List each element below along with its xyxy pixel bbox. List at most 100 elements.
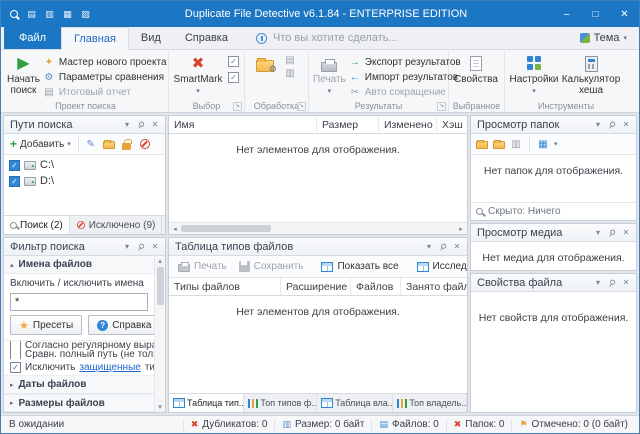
- tab-top-file-types[interactable]: Топ типов ф...: [244, 394, 317, 412]
- tell-me-search[interactable]: Что вы хотите сделать...: [256, 27, 398, 49]
- process-files-button[interactable]: ⚙: [248, 52, 282, 75]
- close-icon[interactable]: ✕: [619, 276, 633, 290]
- properties-button[interactable]: Свойства: [452, 52, 500, 87]
- show-all-button[interactable]: Показать все: [316, 259, 403, 274]
- save-table-button[interactable]: Сохранить: [234, 259, 309, 274]
- scroll-up-arrow[interactable]: ▴: [155, 256, 165, 266]
- comparison-options-button[interactable]: ⚙ Параметры сравнения: [43, 70, 167, 84]
- regex-checkbox-row[interactable]: Согласно регулярному выражение: [4, 341, 154, 350]
- explore-button[interactable]: Исследовать: [412, 259, 468, 274]
- smartmark-button[interactable]: ✖ SmartMark ▾: [172, 52, 224, 99]
- presets-button[interactable]: ★ Пресеты: [10, 315, 82, 335]
- settings-button[interactable]: Настройки ▾: [508, 52, 560, 99]
- save-project-icon[interactable]: ▦: [61, 8, 74, 21]
- tab-help[interactable]: Справка: [173, 27, 240, 49]
- tab-owners-table[interactable]: Таблица вла...: [317, 394, 393, 412]
- export-results-button[interactable]: → Экспорт результатов: [349, 55, 461, 69]
- column-size[interactable]: Размер: [317, 116, 379, 133]
- process-copy-icon[interactable]: ▤: [284, 54, 296, 66]
- process-move-icon[interactable]: ▥: [284, 67, 296, 79]
- exclude-protected-checkbox[interactable]: ✓: [10, 362, 21, 373]
- tab-view[interactable]: Вид: [129, 27, 173, 49]
- tab-top-owners[interactable]: Топ владель...: [393, 394, 467, 412]
- new-project-icon[interactable]: ▤: [25, 8, 38, 21]
- tab-search-paths[interactable]: Поиск (2): [4, 216, 70, 234]
- full-path-checkbox-row[interactable]: Сравн. полный путь (не только и: [4, 350, 154, 359]
- new-project-wizard-button[interactable]: ✦ Мастер нового проекта: [43, 55, 167, 69]
- search-filter-header: Фильтр поиска ▾ ⚲ ✕: [4, 238, 165, 256]
- processing-dialog-launcher[interactable]: ↘: [297, 102, 306, 111]
- close-icon[interactable]: ✕: [450, 240, 464, 254]
- name-pattern-input[interactable]: [10, 293, 148, 311]
- theme-selector[interactable]: Тема ▾: [568, 27, 639, 49]
- section-file-names[interactable]: ▴ Имена файлов: [4, 256, 154, 274]
- add-path-button[interactable]: + Добавить ▾: [7, 137, 74, 152]
- path-checkbox[interactable]: ✓: [9, 160, 20, 171]
- print-table-button[interactable]: Печать: [173, 259, 232, 274]
- path-checkbox[interactable]: ✓: [9, 176, 20, 187]
- tab-file[interactable]: Файл: [4, 27, 61, 49]
- invert-marks-icon[interactable]: ✓: [228, 72, 239, 83]
- scroll-thumb[interactable]: [157, 267, 164, 305]
- view-options-icon[interactable]: ▦: [537, 139, 549, 150]
- auto-reduce-button[interactable]: ✂ Авто сокращение: [349, 85, 461, 99]
- full-path-checkbox[interactable]: [10, 350, 21, 359]
- chevron-down-icon[interactable]: ▾: [554, 140, 558, 148]
- media-view-panel: Просмотр медиа ▾ ⚲ ✕ Нет медиа для отобр…: [470, 223, 637, 271]
- scroll-thumb[interactable]: [181, 225, 271, 232]
- close-icon[interactable]: ✕: [148, 118, 162, 132]
- app-icon[interactable]: [7, 8, 20, 21]
- close-button[interactable]: ✕: [610, 1, 639, 27]
- exclude-path-icon[interactable]: [137, 136, 153, 152]
- column-occupied[interactable]: Занято файла: [401, 278, 467, 295]
- folder-browse-icon[interactable]: [101, 136, 117, 152]
- close-icon[interactable]: ✕: [619, 226, 633, 240]
- results-dialog-launcher[interactable]: ↘: [437, 102, 446, 111]
- import-results-button[interactable]: ← Импорт результатов: [349, 70, 461, 84]
- column-file-types[interactable]: Типы файлов: [169, 278, 281, 295]
- section-file-sizes[interactable]: ▸ Размеры файлов: [4, 394, 154, 412]
- print-label: Печать ▾: [313, 74, 346, 97]
- status-bar: В ожидании ✖ Дубликатов: 0 ▥ Размер: 0 б…: [1, 415, 639, 433]
- start-search-button[interactable]: ▶ Начать поиск: [6, 52, 41, 98]
- scroll-left-arrow[interactable]: ◂: [170, 225, 180, 233]
- regex-checkbox[interactable]: [10, 341, 21, 350]
- mark-all-icon[interactable]: ✓: [228, 56, 239, 67]
- column-extension[interactable]: Расширение: [281, 278, 351, 295]
- help-button[interactable]: ? Справка: [88, 315, 154, 335]
- column-name[interactable]: Имя: [169, 116, 317, 133]
- close-icon[interactable]: ✕: [619, 118, 633, 132]
- exclude-protected-checkbox-row[interactable]: ✓ Исключить защищенные типы фа: [4, 359, 154, 376]
- expand-folders-icon[interactable]: [476, 141, 488, 149]
- hash-calculator-button[interactable]: Калькулятор хеша: [560, 52, 622, 98]
- refresh-icon[interactable]: ▥: [510, 139, 522, 150]
- print-button[interactable]: Печать ▾: [312, 52, 347, 99]
- path-row[interactable]: ✓ C:\: [4, 157, 165, 173]
- path-row[interactable]: ✓ D:\: [4, 173, 165, 189]
- scroll-down-arrow[interactable]: ▾: [155, 402, 165, 412]
- tab-file-types-table[interactable]: Таблица тип...: [169, 394, 244, 412]
- search-paths-title: Пути поиска: [10, 119, 120, 131]
- results-horizontal-scrollbar[interactable]: ◂ ▸: [169, 222, 467, 234]
- edit-path-icon[interactable]: ✎: [83, 136, 99, 152]
- section-file-dates[interactable]: ▸ Даты файлов: [4, 376, 154, 394]
- summary-report-button[interactable]: ▤ Итоговый отчет: [43, 85, 167, 99]
- column-files[interactable]: Файлов: [351, 278, 401, 295]
- scroll-right-arrow[interactable]: ▸: [456, 225, 466, 233]
- selection-dialog-launcher[interactable]: ↘: [233, 102, 242, 111]
- close-icon[interactable]: ✕: [148, 240, 162, 254]
- protected-types-link[interactable]: защищенные: [79, 362, 140, 373]
- minimize-button[interactable]: –: [552, 1, 581, 27]
- column-hash[interactable]: Хэш: [437, 116, 467, 133]
- open-project-icon[interactable]: ▥: [43, 8, 56, 21]
- filter-vertical-scrollbar[interactable]: ▴ ▾: [154, 256, 165, 412]
- tab-excluded-paths[interactable]: Исключено (9): [70, 216, 163, 234]
- collapse-folders-icon[interactable]: [493, 141, 505, 149]
- maximize-button[interactable]: □: [581, 1, 610, 27]
- lock-icon[interactable]: [119, 136, 135, 152]
- hidden-filter-row[interactable]: Скрыто: Ничего: [471, 202, 636, 220]
- tab-home[interactable]: Главная: [61, 27, 129, 50]
- report-icon[interactable]: ▧: [79, 8, 92, 21]
- column-modified[interactable]: Изменено: [379, 116, 437, 133]
- duplicates-icon: ✖: [191, 420, 199, 429]
